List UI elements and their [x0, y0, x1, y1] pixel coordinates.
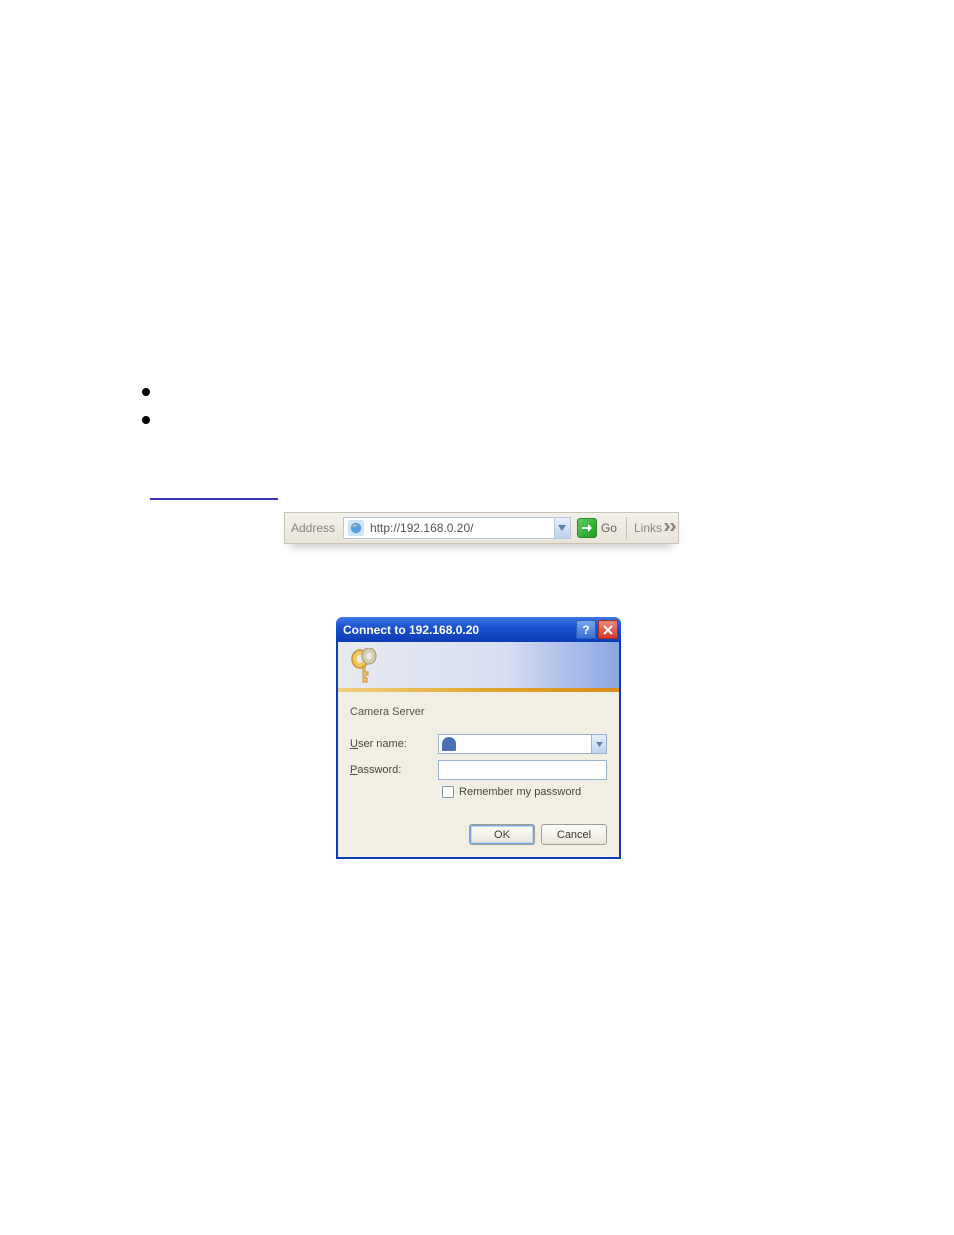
- go-label: Go: [601, 521, 617, 535]
- cancel-button[interactable]: Cancel: [541, 824, 607, 845]
- links-label[interactable]: Links: [630, 521, 664, 535]
- remember-password-checkbox[interactable]: [442, 786, 454, 798]
- address-url-text: http://192.168.0.20/: [368, 521, 554, 535]
- dialog-title: Connect to 192.168.0.20: [343, 623, 574, 637]
- bullet-icon: [142, 388, 150, 396]
- username-dropdown-button[interactable]: [591, 735, 606, 753]
- toolbar-divider: [626, 517, 627, 539]
- address-dropdown-button[interactable]: [554, 518, 570, 538]
- go-button[interactable]: [577, 518, 597, 538]
- dialog-titlebar[interactable]: Connect to 192.168.0.20 ?: [336, 617, 621, 642]
- hyperlink-underline: [150, 498, 278, 500]
- user-icon: [442, 737, 456, 751]
- dialog-body: Camera Server User name: Password: Remem…: [336, 642, 621, 859]
- username-label: User name:: [350, 738, 438, 750]
- remember-password-label: Remember my password: [459, 786, 581, 798]
- ok-button[interactable]: OK: [469, 824, 535, 845]
- address-label: Address: [285, 521, 343, 535]
- dialog-banner: [338, 642, 619, 692]
- username-field[interactable]: [438, 734, 607, 754]
- browser-address-bar: Address http://192.168.0.20/ Go Links: [284, 512, 679, 544]
- password-label: Password:: [350, 764, 438, 776]
- auth-realm-text: Camera Server: [350, 706, 607, 718]
- auth-dialog: Connect to 192.168.0.20 ? Camera Server …: [336, 617, 621, 859]
- help-button[interactable]: ?: [576, 620, 596, 639]
- close-button[interactable]: [598, 620, 618, 639]
- links-expand-icon[interactable]: [664, 523, 678, 533]
- ie-page-icon: [348, 520, 364, 536]
- bullet-icon: [142, 416, 150, 424]
- keys-icon: [348, 648, 380, 686]
- password-field[interactable]: [438, 760, 607, 780]
- address-field[interactable]: http://192.168.0.20/: [343, 517, 571, 539]
